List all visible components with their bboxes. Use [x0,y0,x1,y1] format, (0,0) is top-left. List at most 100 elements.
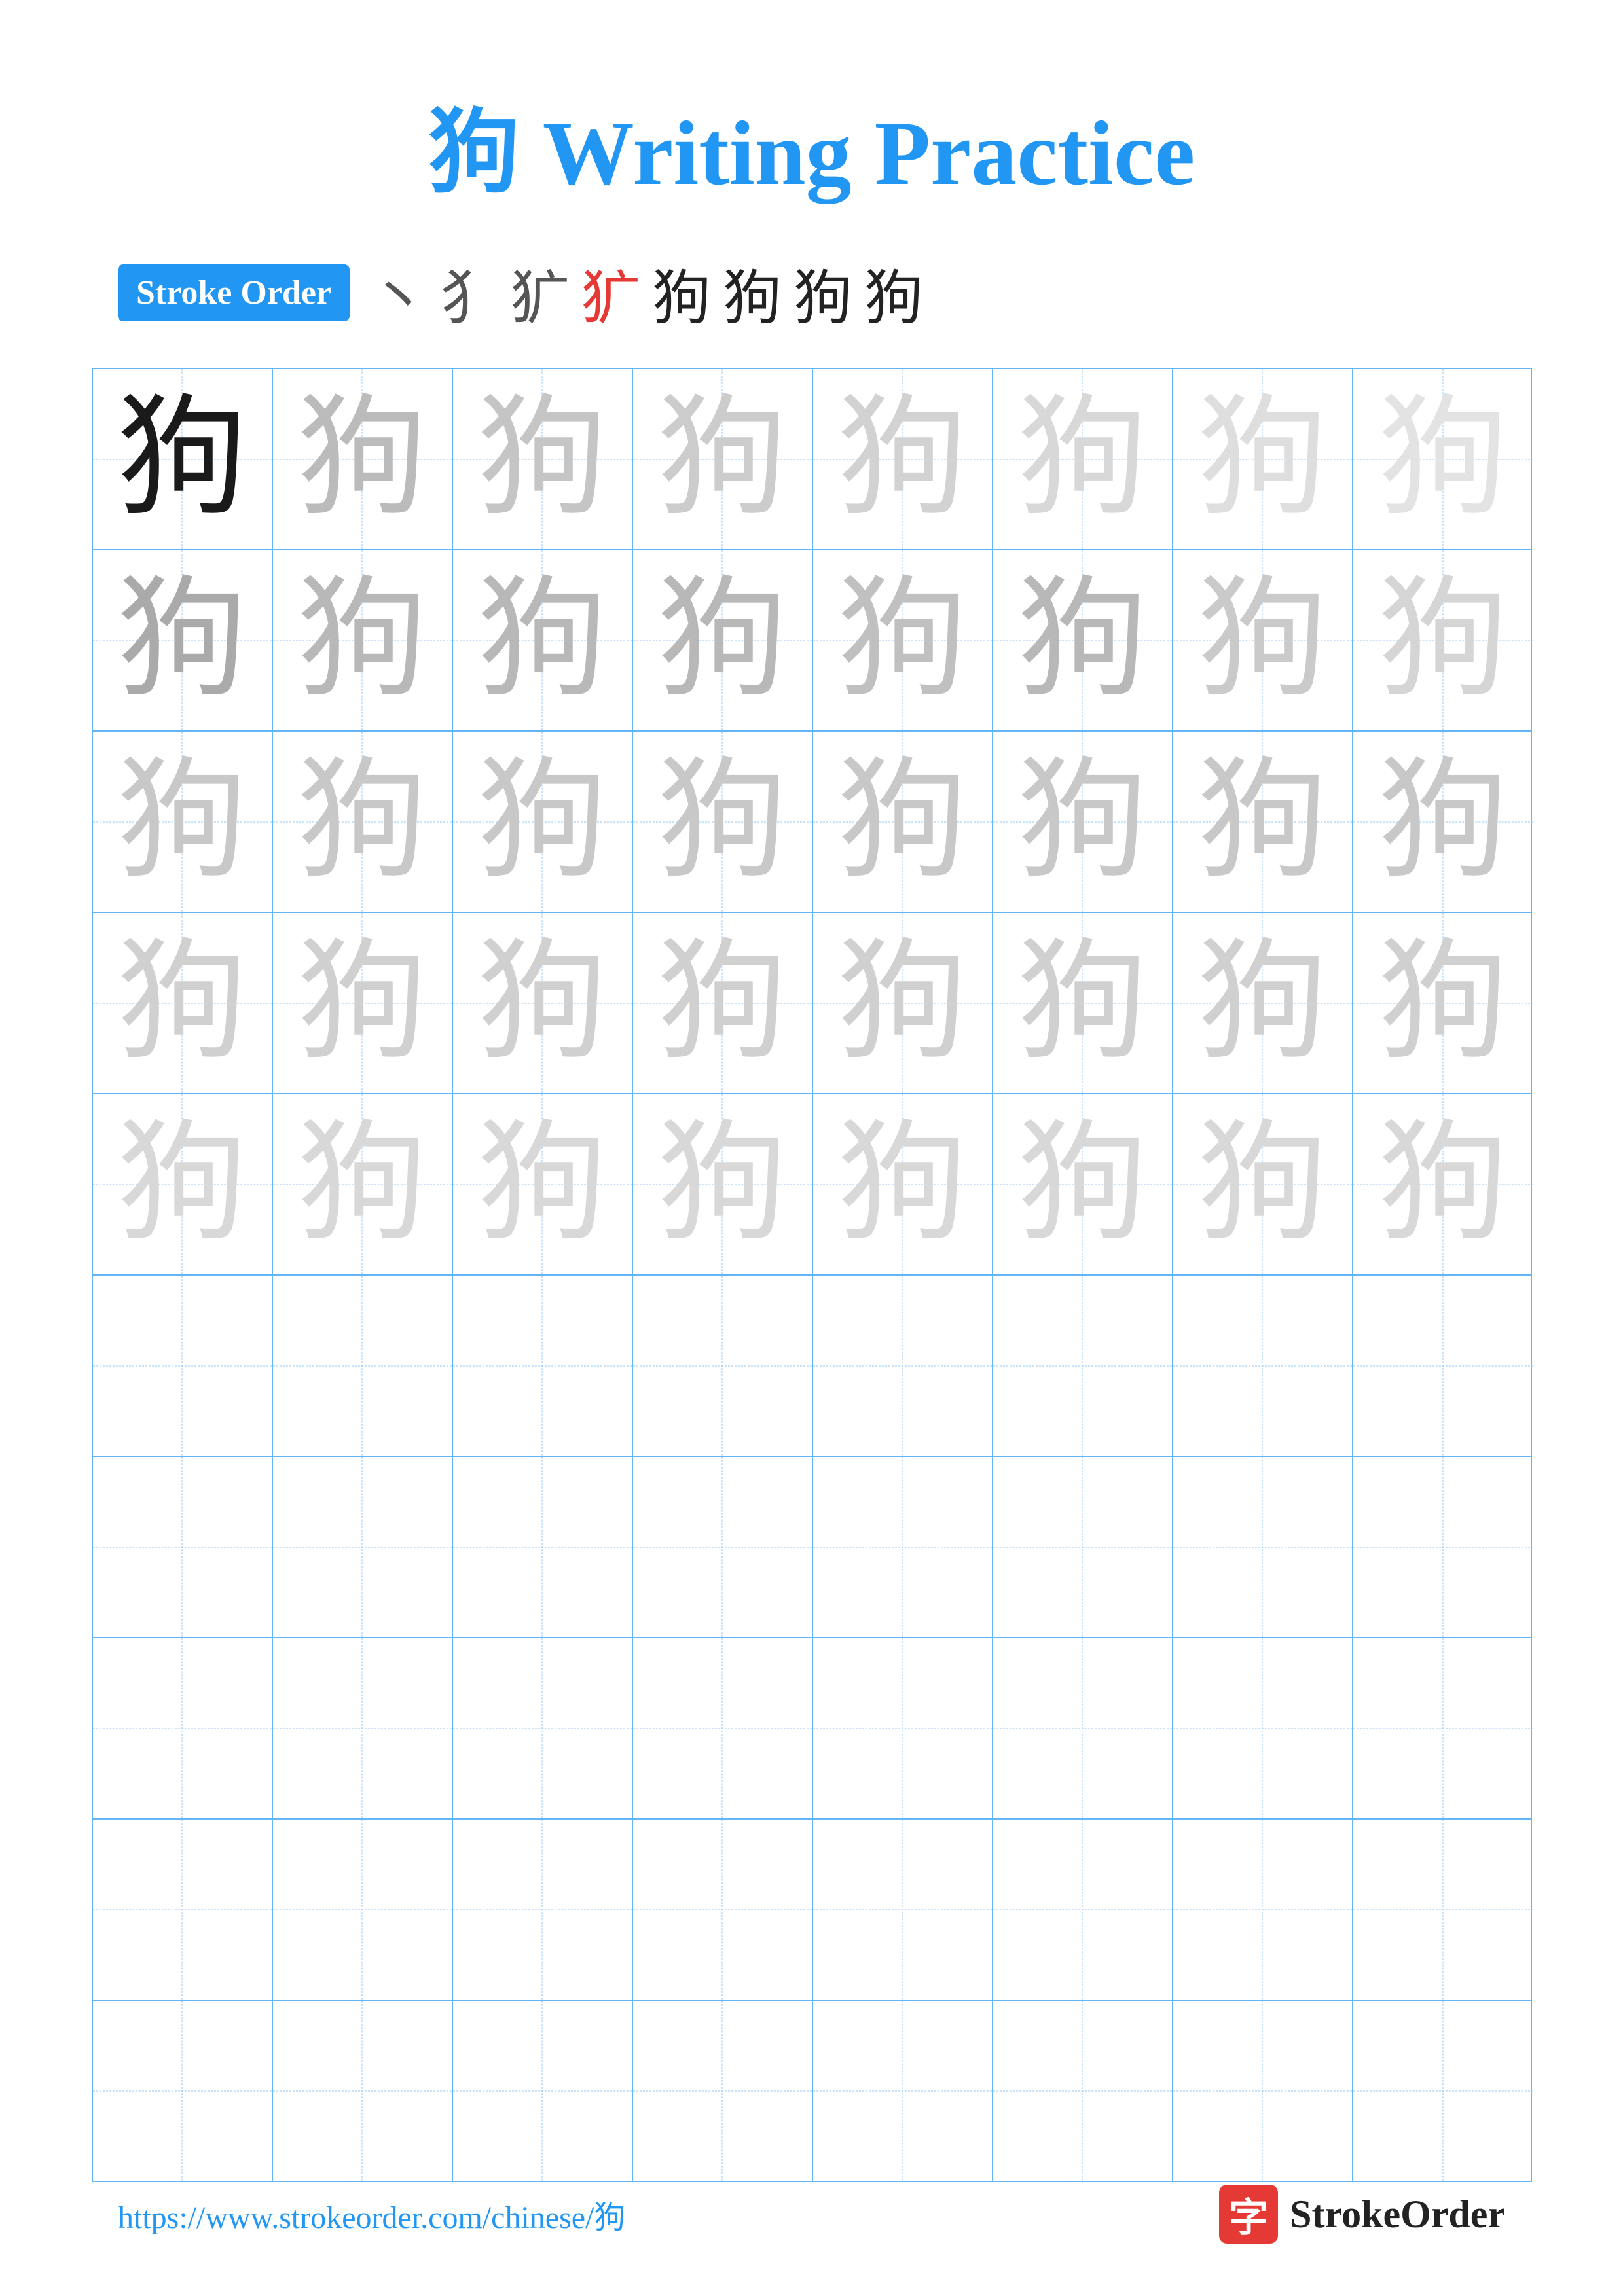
grid-cell[interactable]: 狗 [813,550,993,730]
grid-cell[interactable] [453,2001,633,2181]
grid-cell[interactable]: 狗 [1353,732,1533,912]
grid-cell[interactable]: 狗 [993,1094,1173,1274]
grid-cell[interactable]: 狗 [1353,550,1533,730]
practice-char: 狗 [1377,575,1508,706]
stroke-1: 丶 [369,250,428,335]
grid-cell[interactable]: 狗 [1173,550,1353,730]
practice-char: 狗 [657,394,788,525]
grid-cell[interactable]: 狗 [273,732,453,912]
grid-cell[interactable] [93,2001,273,2181]
grid-row-6 [93,1276,1531,1457]
grid-cell[interactable] [1173,1638,1353,1818]
grid-cell[interactable] [1173,1820,1353,2000]
grid-cell[interactable]: 狗 [633,732,813,912]
grid-row-1: 狗 狗 狗 狗 狗 狗 狗 狗 [93,369,1531,550]
grid-cell[interactable] [453,1457,633,1637]
grid-cell[interactable] [273,1457,453,1637]
grid-cell[interactable] [1353,2001,1533,2181]
practice-char: 狗 [1197,938,1328,1069]
grid-cell[interactable]: 狗 [813,369,993,549]
grid-cell[interactable]: 狗 [993,369,1173,549]
grid-cell[interactable] [633,1457,813,1637]
grid-cell[interactable]: 狗 [813,1094,993,1274]
practice-char: 狗 [837,1119,968,1250]
grid-cell[interactable]: 狗 [1173,913,1353,1093]
grid-cell[interactable]: 狗 [1353,369,1533,549]
grid-cell[interactable] [273,1820,453,2000]
grid-cell[interactable] [1353,1276,1533,1456]
grid-cell[interactable]: 狗 [633,913,813,1093]
logo-text: StrokeOrder [1290,2192,1505,2237]
grid-cell[interactable] [273,1276,453,1456]
grid-cell[interactable]: 狗 [633,369,813,549]
grid-cell[interactable] [993,1638,1173,1818]
grid-cell[interactable]: 狗 [93,732,273,912]
grid-cell[interactable]: 狗 [1173,732,1353,912]
grid-cell[interactable] [993,1276,1173,1456]
practice-char: 狗 [1017,1119,1148,1250]
grid-cell[interactable] [1353,1820,1533,2000]
grid-cell[interactable]: 狗 [1173,369,1353,549]
practice-char: 狗 [837,575,968,706]
practice-char: 狗 [657,575,788,706]
grid-cell[interactable] [93,1276,273,1456]
grid-cell[interactable] [1173,1276,1353,1456]
grid-cell[interactable] [93,1820,273,2000]
grid-cell[interactable]: 狗 [273,550,453,730]
grid-cell[interactable]: 狗 [813,732,993,912]
grid-cell[interactable]: 狗 [93,913,273,1093]
stroke-3: 犷 [511,250,570,335]
grid-cell[interactable]: 狗 [93,550,273,730]
grid-cell[interactable] [453,1638,633,1818]
grid-cell[interactable]: 狗 [93,1094,273,1274]
practice-char: 狗 [117,938,247,1069]
grid-cell[interactable]: 狗 [993,550,1173,730]
grid-cell[interactable] [633,1276,813,1456]
stroke-4: 犷 [581,250,640,335]
grid-cell[interactable] [633,1820,813,2000]
grid-cell[interactable]: 狗 [453,550,633,730]
grid-cell[interactable] [93,1638,273,1818]
grid-cell[interactable]: 狗 [453,369,633,549]
grid-cell[interactable] [813,1638,993,1818]
practice-char: 狗 [1017,575,1148,706]
grid-cell[interactable] [993,1457,1173,1637]
grid-cell[interactable] [1173,1457,1353,1637]
practice-char: 狗 [657,757,788,888]
practice-char: 狗 [657,938,788,1069]
grid-cell[interactable] [633,2001,813,2181]
footer-url[interactable]: https://www.strokeorder.com/chinese/狗 [118,2191,625,2237]
grid-cell[interactable] [633,1638,813,1818]
practice-char: 狗 [1017,394,1148,525]
grid-cell[interactable] [813,1276,993,1456]
grid-cell[interactable] [813,1457,993,1637]
grid-cell[interactable] [93,1457,273,1637]
grid-cell[interactable] [993,2001,1173,2181]
grid-cell[interactable] [273,2001,453,2181]
grid-cell[interactable] [453,1820,633,2000]
grid-cell[interactable]: 狗 [453,732,633,912]
grid-cell[interactable]: 狗 [273,369,453,549]
grid-cell[interactable]: 狗 [813,913,993,1093]
grid-cell[interactable]: 狗 [273,1094,453,1274]
grid-cell[interactable]: 狗 [453,913,633,1093]
grid-cell[interactable] [1353,1457,1533,1637]
grid-cell[interactable] [273,1638,453,1818]
grid-cell[interactable]: 狗 [633,1094,813,1274]
grid-cell[interactable]: 狗 [93,369,273,549]
grid-cell[interactable] [813,2001,993,2181]
practice-char: 狗 [1377,938,1508,1069]
grid-cell[interactable]: 狗 [993,913,1173,1093]
grid-cell[interactable]: 狗 [993,732,1173,912]
grid-cell[interactable] [813,1820,993,2000]
grid-cell[interactable]: 狗 [453,1094,633,1274]
grid-cell[interactable]: 狗 [1173,1094,1353,1274]
grid-cell[interactable]: 狗 [633,550,813,730]
grid-cell[interactable] [1353,1638,1533,1818]
grid-cell[interactable]: 狗 [273,913,453,1093]
grid-cell[interactable] [1173,2001,1353,2181]
grid-cell[interactable] [993,1820,1173,2000]
grid-cell[interactable]: 狗 [1353,1094,1533,1274]
grid-cell[interactable]: 狗 [1353,913,1533,1093]
grid-cell[interactable] [453,1276,633,1456]
